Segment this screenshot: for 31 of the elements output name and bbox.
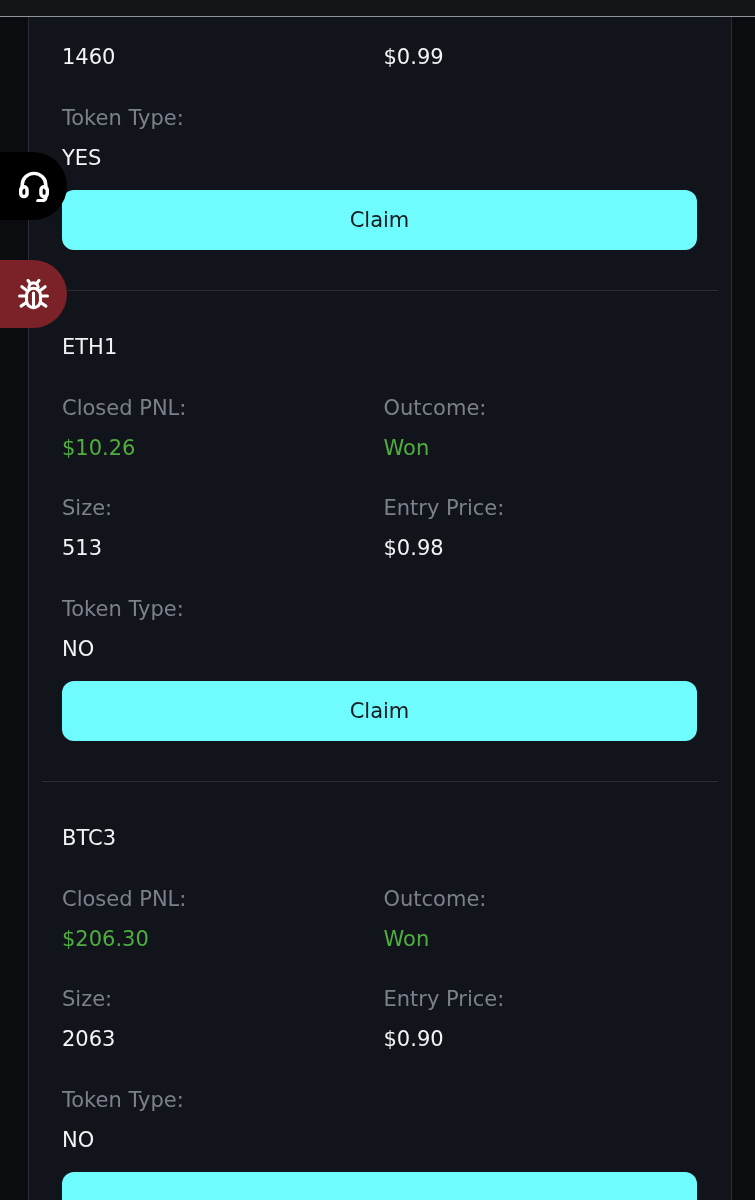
field-label: Token Type: (62, 1086, 184, 1114)
field-label: Entry Price: (383, 986, 505, 1013)
bug-button[interactable] (0, 260, 67, 328)
claim-button[interactable]: Claim (62, 189, 697, 250)
headset-icon (18, 170, 49, 202)
field-value: 2063 (62, 1026, 116, 1053)
position-title: ETH1 (62, 333, 118, 361)
field-value: YES (62, 144, 102, 172)
field-label: Token Type: (62, 104, 184, 132)
field-label: Entry Price: (383, 495, 505, 522)
field-value: NO (62, 635, 95, 663)
field-label: Size: (62, 986, 113, 1013)
field-value: 513 (62, 535, 103, 562)
claim-button[interactable]: Claim (62, 680, 697, 741)
field-value: $0.99 (383, 44, 444, 71)
field-value: 1460 (62, 44, 116, 71)
field-value: $206.30 (62, 925, 149, 953)
field-label: Token Type: (62, 595, 184, 623)
field-value: $0.90 (383, 1026, 444, 1053)
field-label: Outcome: (383, 885, 487, 913)
field-label: Closed PNL: (62, 394, 187, 422)
field-value: Won (383, 925, 430, 953)
field-label: Outcome: (383, 394, 487, 422)
field-value: $10.26 (62, 434, 136, 462)
field-value: $0.98 (383, 535, 444, 562)
field-value: Won (383, 434, 430, 462)
position-title: BTC3 (62, 824, 117, 852)
field-value: NO (62, 1126, 95, 1154)
field-label: Closed PNL: (62, 885, 187, 913)
field-label: Size: (62, 495, 113, 522)
bug-icon (18, 278, 49, 310)
